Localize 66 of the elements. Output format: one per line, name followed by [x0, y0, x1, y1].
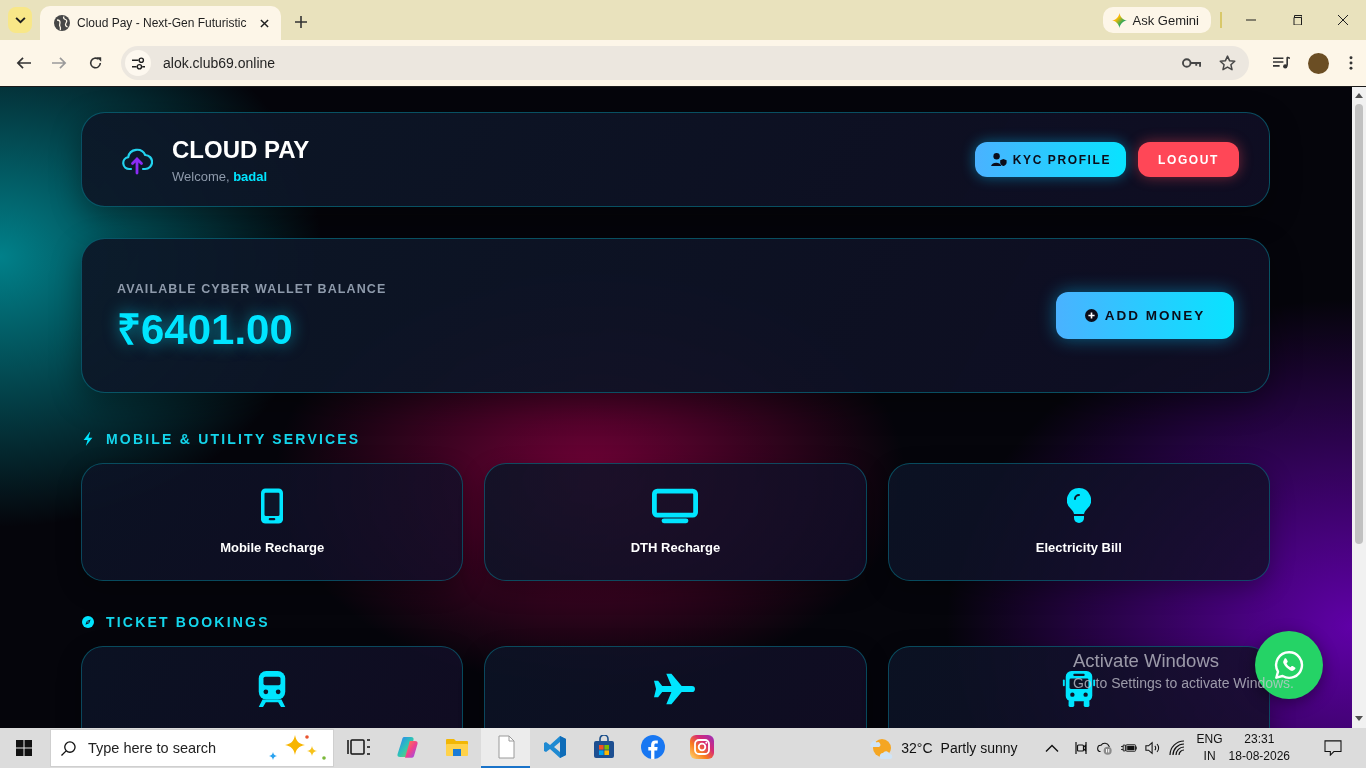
user-shield-icon: [990, 153, 1007, 166]
sun-cloud-icon: [868, 736, 895, 760]
tab-search-button[interactable]: [8, 7, 32, 33]
language-indicator[interactable]: ENG IN: [1196, 731, 1223, 765]
service-card[interactable]: DTH Recharge: [484, 463, 867, 581]
sparkle-icon: [1111, 12, 1127, 28]
lightning-bolt-icon: [82, 432, 94, 446]
taskbar-search-bar[interactable]: Type here to search: [50, 729, 334, 767]
close-icon: [259, 18, 269, 28]
reload-icon: [87, 56, 103, 70]
camera-icon[interactable]: [1072, 740, 1089, 756]
close-icon: [1338, 15, 1348, 25]
lightbulb-icon: [1066, 488, 1091, 524]
menu-icon[interactable]: [1349, 56, 1353, 70]
section-title: MOBILE & UTILITY SERVICES: [106, 430, 361, 448]
windows-logo-icon: [16, 740, 32, 756]
airplane-icon: [654, 671, 697, 707]
welcome-text: Welcome, badal: [172, 168, 269, 184]
arrow-left-icon: [15, 56, 31, 70]
plus-icon: [295, 16, 308, 28]
monitor-icon: [652, 488, 699, 524]
search-input[interactable]: Type here to search: [88, 740, 267, 756]
speaker-icon[interactable]: [1144, 740, 1161, 756]
profile-avatar[interactable]: [1308, 52, 1329, 74]
activation-notice-title: Activate Windows: [1073, 650, 1220, 672]
notification-icon[interactable]: [1324, 740, 1342, 756]
scrollbar[interactable]: [1352, 87, 1366, 728]
scrollbar-thumb[interactable]: [1355, 104, 1363, 544]
restore-icon: [1292, 15, 1302, 25]
browser-tab[interactable]: Cloud Pay - Next-Gen Futuristic: [40, 6, 282, 40]
mobile-phone-icon: [261, 488, 284, 524]
scroll-down-icon[interactable]: [1355, 716, 1363, 721]
media-controls-icon[interactable]: [1273, 56, 1290, 70]
plus-circle-icon: [1084, 309, 1098, 322]
star-icon[interactable]: [1219, 55, 1236, 71]
kyc-profile-button[interactable]: KYC PROFILE: [974, 142, 1127, 177]
brand-title: CLOUD PAY: [172, 135, 310, 164]
shopping-bag-icon: [591, 735, 616, 759]
service-card[interactable]: Electricity Bill: [887, 463, 1270, 581]
arrow-right-icon: [51, 56, 67, 70]
globe-icon: [54, 15, 70, 31]
address-bar[interactable]: alok.club69.online: [121, 46, 1249, 80]
clock[interactable]: 23:31 18-08-2026: [1228, 731, 1290, 765]
search-icon: [61, 740, 76, 756]
wifi-icon[interactable]: [1168, 740, 1185, 756]
wallet-balance-label: AVAILABLE CYBER WALLET BALANCE: [117, 281, 387, 296]
cloud-pause-icon[interactable]: [1096, 740, 1113, 756]
code-editor-icon: [542, 735, 567, 759]
taskbar-app-button[interactable]: [481, 728, 530, 768]
weather-widget[interactable]: 32°C Partly sunny: [868, 736, 1018, 760]
ask-gemini-button[interactable]: Ask Gemini: [1102, 7, 1211, 33]
chevron-up-icon[interactable]: [1044, 744, 1059, 752]
site-settings-icon[interactable]: [125, 50, 151, 76]
swirl-icon: [395, 735, 420, 759]
scroll-up-icon[interactable]: [1355, 93, 1363, 98]
wallet-balance: ₹6401.00: [117, 305, 294, 354]
key-icon[interactable]: [1182, 57, 1201, 69]
sparkles-icon: [267, 733, 327, 763]
add-money-button[interactable]: ADD MONEY: [1056, 292, 1234, 339]
chevron-down-icon: [14, 16, 26, 24]
section-title: TICKET BOOKINGS: [106, 613, 270, 631]
instagram-icon: [689, 735, 714, 759]
service-card[interactable]: Mobile Recharge: [81, 463, 464, 581]
compass-icon: [82, 615, 94, 629]
bus-icon: [1061, 671, 1096, 707]
facebook-icon: [640, 735, 665, 759]
